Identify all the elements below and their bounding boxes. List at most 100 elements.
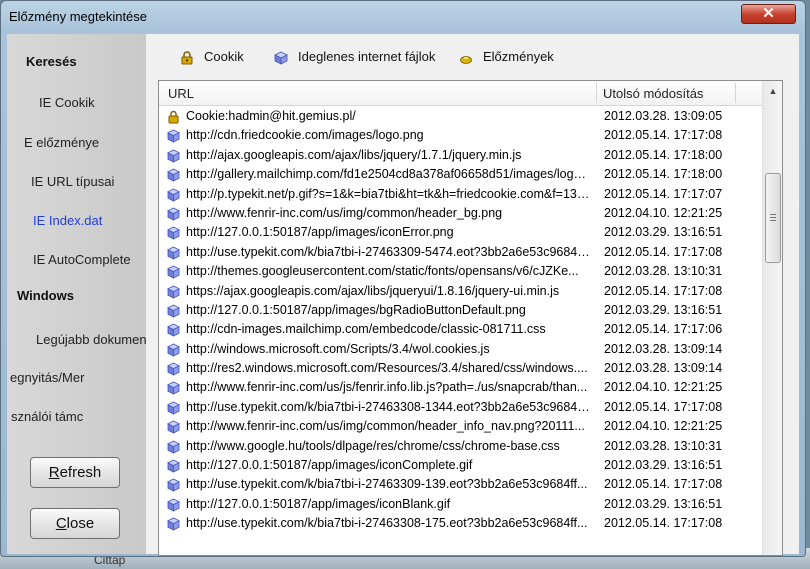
column-divider[interactable] [735, 83, 736, 103]
vertical-scrollbar[interactable]: ▲ [762, 81, 782, 555]
row-date: 2012.05.14. 17:17:08 [604, 244, 723, 259]
row-date: 2012.03.28. 13:09:05 [604, 109, 723, 123]
row-date: 2012.05.14. 17:17:08 [604, 283, 723, 298]
entries-list[interactable]: URL Utolsó módosítás Cookie:hadmin@hit.g… [158, 80, 783, 556]
table-row[interactable]: http://themes.googleusercontent.com/stat… [159, 262, 762, 281]
scroll-thumb[interactable] [765, 173, 781, 263]
sidebar-item-ie-url-types[interactable]: IE URL típusai [31, 174, 114, 189]
close-button[interactable]: Close [30, 508, 120, 539]
row-url: http://127.0.0.1:50187/app/images/iconCo… [186, 458, 473, 473]
row-url: http://res2.windows.microsoft.com/Resour… [186, 361, 588, 376]
row-date: 2012.05.14. 17:17:08 [604, 128, 723, 143]
cube-icon [167, 304, 180, 318]
sidebar-item-ie-history[interactable]: E előzménye [24, 135, 99, 150]
table-row[interactable]: http://127.0.0.1:50187/app/images/iconEr… [159, 223, 762, 242]
row-date: 2012.05.14. 17:18:00 [604, 167, 723, 182]
table-row[interactable]: http://gallery.mailchimp.com/fd1e2504cd8… [159, 165, 762, 184]
cube-icon [167, 188, 180, 202]
sidebar: Keresés IE Cookik E előzménye IE URL típ… [7, 34, 146, 554]
row-url: Cookie:hadmin@hit.gemius.pl/ [186, 109, 356, 123]
cube-icon [167, 459, 180, 473]
close-icon: ✕ [762, 5, 775, 22]
table-row[interactable]: http://127.0.0.1:50187/app/images/iconCo… [159, 456, 762, 475]
temp-files-cube-icon [274, 51, 288, 65]
table-row[interactable]: http://127.0.0.1:50187/app/images/bgRadi… [159, 301, 762, 320]
cube-icon [167, 285, 180, 299]
row-url: http://p.typekit.net/p.gif?s=1&k=bia7tbi… [186, 186, 590, 201]
table-row[interactable]: http://127.0.0.1:50187/app/images/iconBl… [159, 495, 762, 514]
tab-history-label: Előzmények [483, 49, 554, 64]
scroll-up-arrow-icon[interactable]: ▲ [766, 84, 780, 98]
cube-icon [167, 168, 180, 182]
row-date: 2012.03.28. 13:10:31 [604, 438, 723, 453]
row-date: 2012.03.28. 13:09:14 [604, 341, 723, 356]
table-row[interactable]: http://use.typekit.com/k/bia7tbi-i-27463… [159, 243, 762, 262]
cookie-lock-icon [168, 110, 179, 124]
history-viewer-window: Előzmény megtekintése ✕ Keresés IE Cooki… [0, 0, 806, 557]
table-row[interactable]: http://windows.microsoft.com/Scripts/3.4… [159, 340, 762, 359]
cube-icon [167, 226, 180, 240]
column-divider[interactable] [596, 83, 597, 103]
table-row[interactable]: http://use.typekit.com/k/bia7tbi-i-27463… [159, 514, 762, 533]
client-area: Keresés IE Cookik E előzménye IE URL típ… [7, 34, 799, 556]
row-url: http://use.typekit.com/k/bia7tbi-i-27463… [186, 244, 590, 259]
row-date: 2012.03.28. 13:09:14 [604, 361, 723, 376]
window-close-button[interactable]: ✕ [741, 4, 796, 24]
row-url: http://use.typekit.com/k/bia7tbi-i-27463… [186, 516, 588, 531]
sidebar-item-ie-cookies[interactable]: IE Cookik [39, 95, 95, 110]
table-row[interactable]: http://www.fenrir-inc.com/us/img/common/… [159, 204, 762, 223]
row-url: http://use.typekit.com/k/bia7tbi-i-27463… [186, 477, 588, 492]
sidebar-item-ie-autocomplete[interactable]: IE AutoComplete [33, 252, 131, 267]
sidebar-item-recent-documents[interactable]: Legújabb dokument [36, 332, 146, 347]
row-date: 2012.03.28. 13:10:31 [604, 264, 723, 279]
list-rows: Cookie:hadmin@hit.gemius.pl/2012.03.28. … [159, 107, 762, 534]
title-bar[interactable]: Előzmény megtekintése ✕ [1, 1, 805, 31]
row-url: http://www.fenrir-inc.com/us/img/common/… [186, 205, 503, 220]
row-url: http://windows.microsoft.com/Scripts/3.4… [186, 341, 490, 356]
table-row[interactable]: http://cdn.friedcookie.com/images/logo.p… [159, 126, 762, 145]
section-windows: Windows [17, 288, 74, 303]
thumb-grip [770, 220, 776, 221]
table-row[interactable]: http://www.google.hu/tools/dlpage/res/ch… [159, 437, 762, 456]
section-search: Keresés [26, 54, 77, 69]
sidebar-item-user-assist[interactable]: sználói támc [11, 409, 83, 424]
row-date: 2012.04.10. 12:21:25 [604, 419, 723, 434]
table-row[interactable]: http://use.typekit.com/k/bia7tbi-i-27463… [159, 398, 762, 417]
row-url: http://cdn-images.mailchimp.com/embedcod… [186, 322, 546, 337]
sidebar-item-open-save[interactable]: egnyitás/Mer [10, 370, 84, 385]
row-date: 2012.05.14. 17:17:07 [604, 186, 723, 201]
row-url: http://www.google.hu/tools/dlpage/res/ch… [186, 438, 560, 453]
cube-icon [167, 207, 180, 221]
row-date: 2012.03.29. 13:16:51 [604, 225, 723, 240]
main-panel: Cookik Ideglenes internet fájlok Előzmén… [146, 34, 799, 556]
cube-icon [167, 478, 180, 493]
column-header-url[interactable]: URL [168, 86, 194, 101]
refresh-label: efresh [59, 464, 102, 481]
refresh-button[interactable]: Refresh [30, 457, 120, 488]
table-row[interactable]: http://www.fenrir-inc.com/us/js/fenrir.i… [159, 378, 762, 397]
table-row[interactable]: http://res2.windows.microsoft.com/Resour… [159, 359, 762, 378]
table-row[interactable]: http://p.typekit.net/p.gif?s=1&k=bia7tbi… [159, 185, 762, 204]
row-date: 2012.05.14. 17:17:08 [604, 516, 723, 531]
thumb-grip [770, 214, 776, 215]
row-date: 2012.04.10. 12:21:25 [604, 205, 723, 220]
row-date: 2012.05.14. 17:18:00 [604, 147, 723, 162]
cube-icon [167, 246, 180, 260]
row-url: http://127.0.0.1:50187/app/images/iconEr… [186, 225, 454, 240]
cube-icon [167, 440, 180, 454]
table-row[interactable]: http://ajax.googleapis.com/ajax/libs/jqu… [159, 146, 762, 165]
table-row[interactable]: http://www.fenrir-inc.com/us/img/common/… [159, 417, 762, 436]
row-url: http://127.0.0.1:50187/app/images/iconBl… [186, 496, 451, 511]
window-title: Előzmény megtekintése [9, 9, 148, 24]
row-date: 2012.03.29. 13:16:51 [604, 458, 723, 473]
cube-icon [167, 517, 180, 531]
table-row[interactable]: https://ajax.googleapis.com/ajax/libs/jq… [159, 282, 762, 301]
table-row[interactable]: http://use.typekit.com/k/bia7tbi-i-27463… [159, 475, 762, 494]
tab-cookies-label: Cookik [204, 49, 244, 64]
column-header-modified[interactable]: Utolsó módosítás [603, 86, 703, 101]
table-row[interactable]: http://cdn-images.mailchimp.com/embedcod… [159, 320, 762, 339]
sidebar-item-ie-index-dat[interactable]: IE Index.dat [33, 213, 102, 228]
cube-icon [167, 362, 180, 376]
row-url: http://cdn.friedcookie.com/images/logo.p… [186, 128, 424, 143]
table-row[interactable]: Cookie:hadmin@hit.gemius.pl/2012.03.28. … [159, 107, 762, 126]
